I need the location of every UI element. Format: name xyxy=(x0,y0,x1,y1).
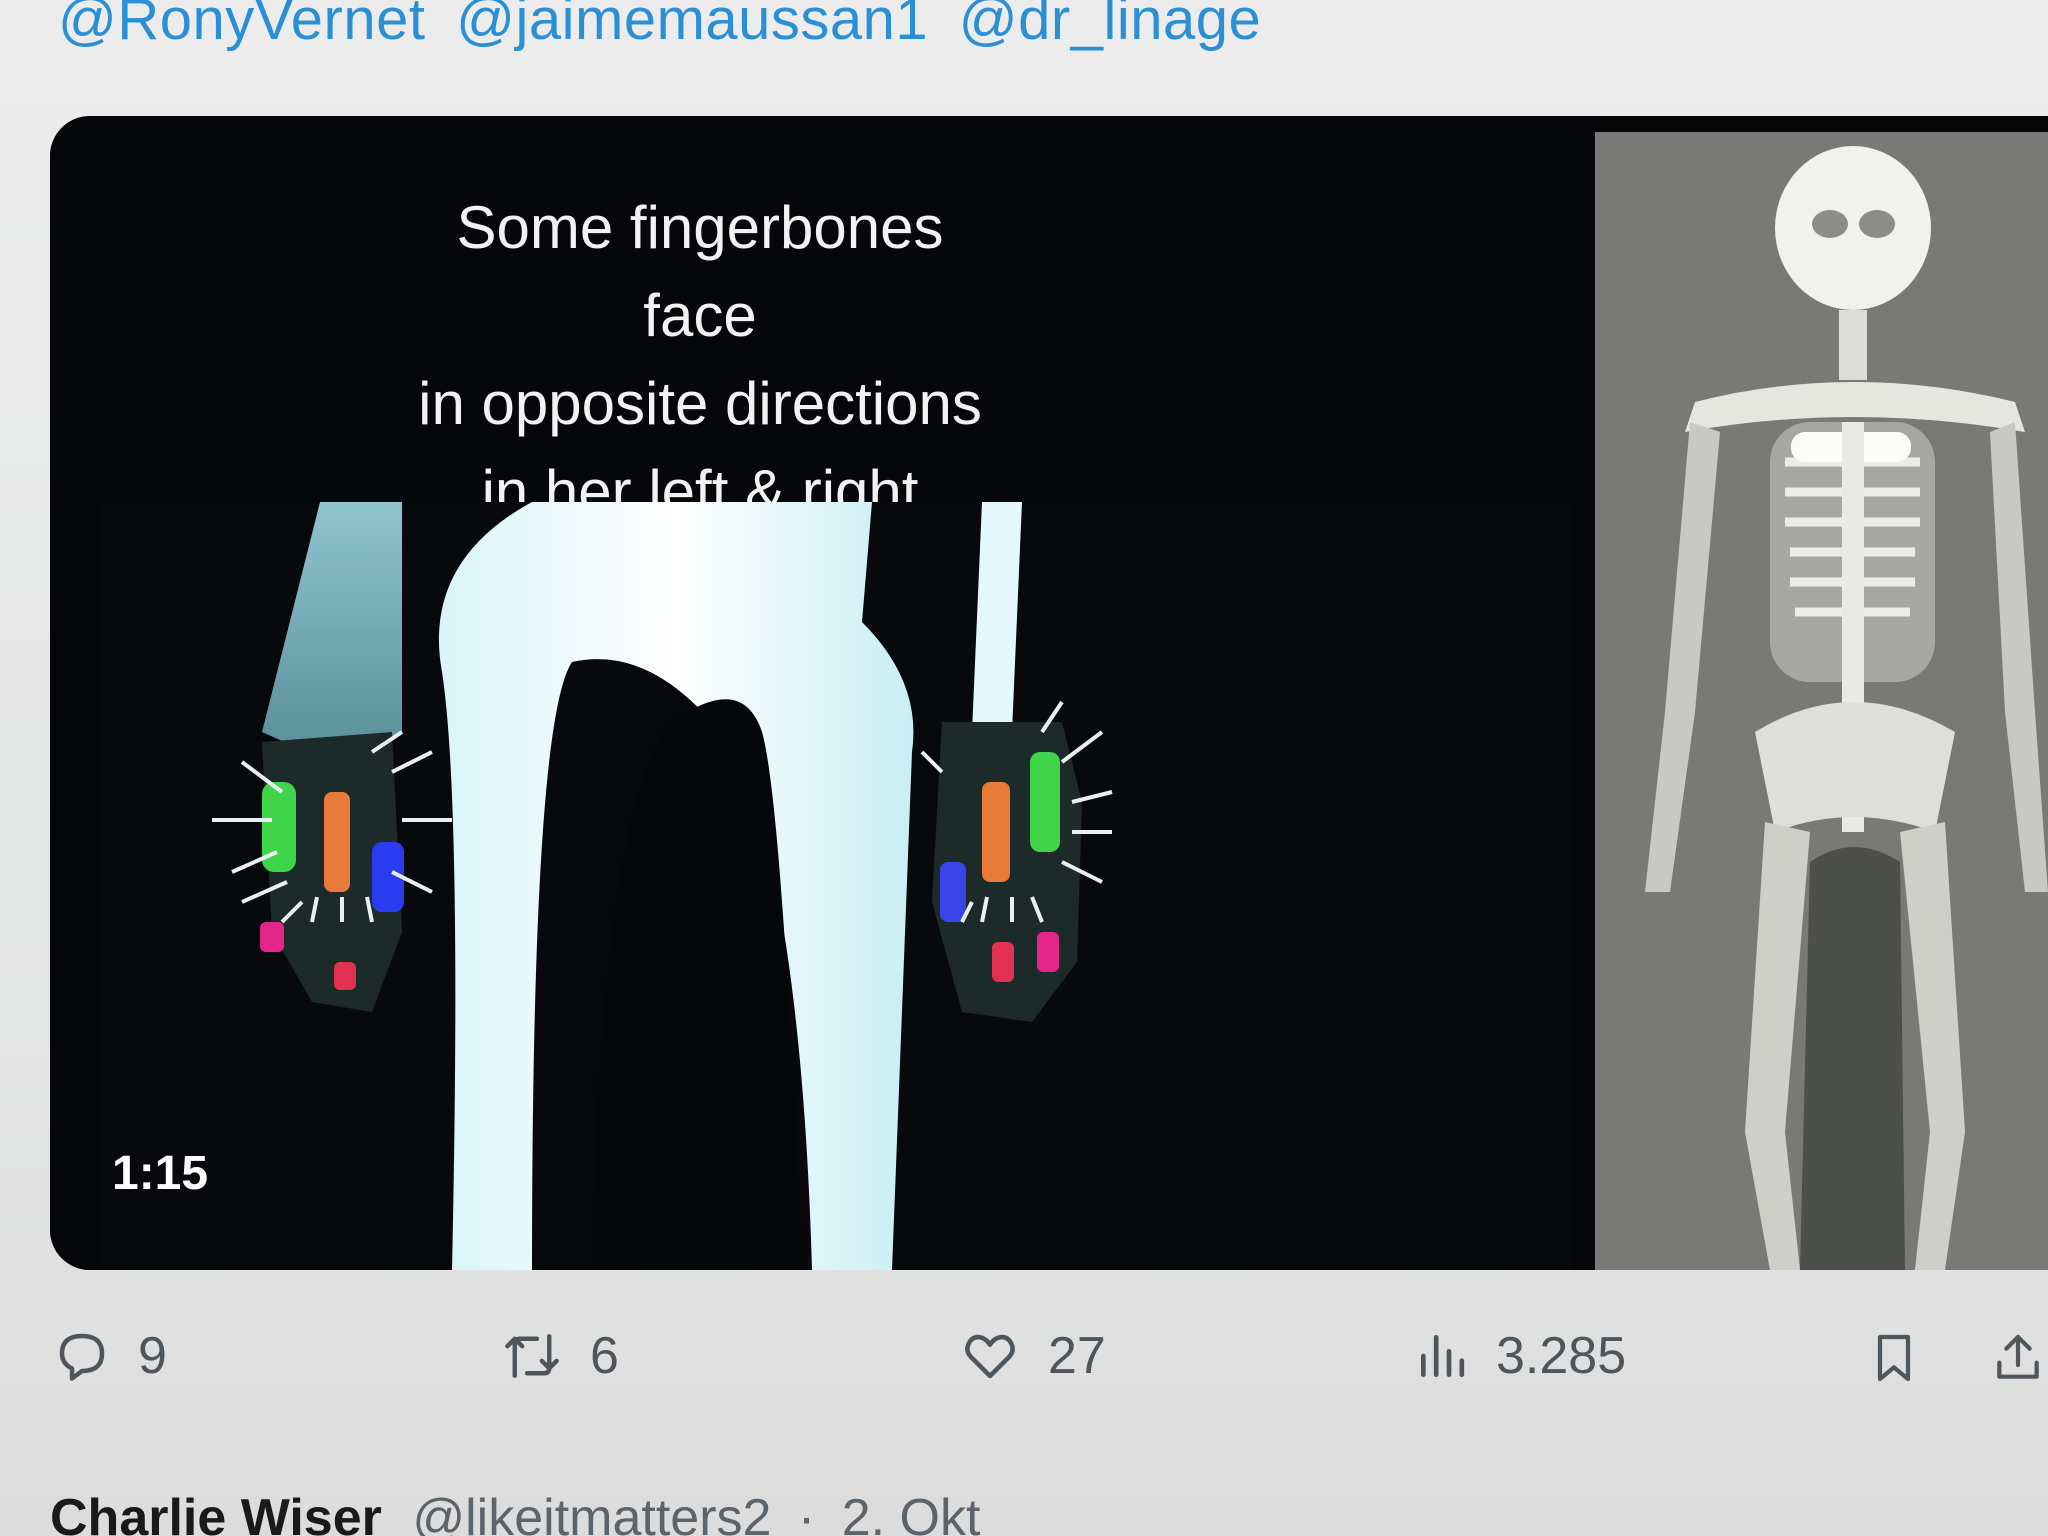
caption-line: in opposite directions xyxy=(418,370,982,437)
video-duration: 1:15 xyxy=(112,1147,209,1200)
bookmark-button[interactable] xyxy=(1866,1326,1922,1390)
views-count: 3.285 xyxy=(1496,1327,1627,1385)
reply-count: 9 xyxy=(138,1327,167,1385)
next-tweet-header: Charlie Wiser @likeitmatters2 · 2. Okt xyxy=(50,1488,980,1536)
share-button[interactable] xyxy=(1990,1326,2046,1390)
reply-mentions: @RonyVernet @jaimemaussan1 @dr_linage xyxy=(58,0,1275,53)
author-name[interactable]: Charlie Wiser xyxy=(50,1489,382,1536)
retweet-count: 6 xyxy=(590,1327,619,1385)
skeleton-xray-image[interactable] xyxy=(1595,132,2048,1270)
share-upload-icon xyxy=(1997,1334,2039,1379)
caption-line: Some fingerbones face xyxy=(456,194,944,349)
like-count: 27 xyxy=(1048,1327,1106,1385)
retweet-arrows-icon xyxy=(505,1334,559,1378)
tweet-action-bar: 9 6 27 3.285 xyxy=(0,1290,2048,1440)
hand-xray-image xyxy=(102,502,1572,1270)
mention-link[interactable]: @RonyVernet xyxy=(58,0,425,52)
like-button[interactable]: 27 xyxy=(958,1326,1106,1386)
author-handle[interactable]: @likeitmatters2 xyxy=(412,1489,771,1536)
mention-link[interactable]: @dr_linage xyxy=(959,0,1262,52)
media-container: Some fingerbones face in opposite direct… xyxy=(50,116,2048,1270)
reply-button[interactable]: 9 xyxy=(52,1326,167,1386)
views-button[interactable]: 3.285 xyxy=(1414,1326,1626,1386)
mention-link[interactable]: @jaimemaussan1 xyxy=(456,0,928,52)
bookmark-icon xyxy=(1877,1334,1911,1382)
retweet-button[interactable]: 6 xyxy=(500,1326,619,1386)
speech-bubble-icon xyxy=(59,1333,105,1381)
video-player[interactable]: Some fingerbones face in opposite direct… xyxy=(50,116,1595,1270)
separator-dot: · xyxy=(797,1489,816,1536)
tweet-date[interactable]: 2. Okt xyxy=(842,1489,981,1536)
tweet-screen: @RonyVernet @jaimemaussan1 @dr_linage So… xyxy=(0,0,2048,1536)
bar-chart-icon xyxy=(1421,1335,1465,1377)
heart-icon xyxy=(965,1334,1015,1379)
